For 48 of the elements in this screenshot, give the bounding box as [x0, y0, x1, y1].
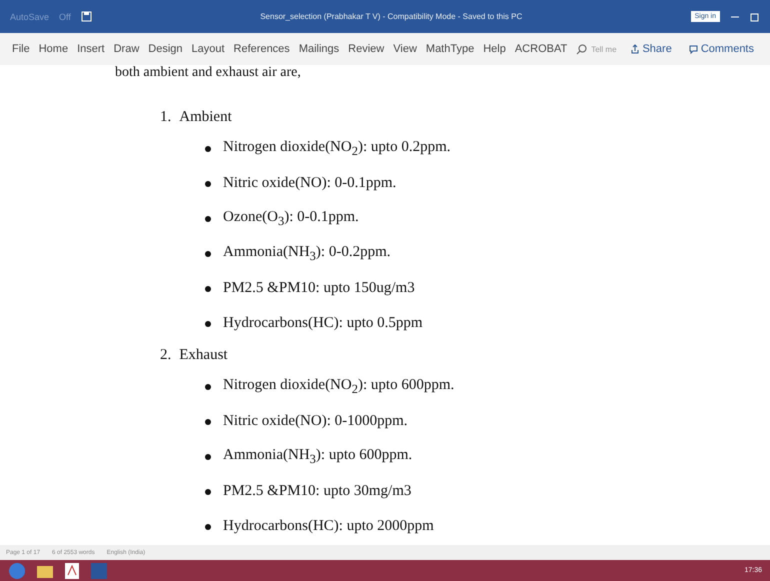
bullet-icon	[205, 146, 211, 152]
list-item-text: Hydrocarbons(HC): upto 2000ppm	[223, 518, 434, 535]
bullet-icon	[205, 286, 211, 292]
comment-icon	[688, 44, 698, 54]
list-item-text: Nitrogen dioxide(NO$_{2}$): upto 0.2ppm.	[223, 138, 450, 158]
share-icon	[631, 44, 640, 54]
ribbon-tab[interactable]: MathType	[426, 43, 474, 55]
list-item-text: Nitric oxide(NO): 0-1000ppm.	[223, 413, 408, 430]
bullet-icon	[205, 418, 211, 424]
paragraph-text: both ambient and exhaust air are,	[115, 65, 302, 81]
ribbon-tab[interactable]: Review	[348, 43, 384, 55]
ribbon-tab[interactable]: Mailings	[298, 43, 340, 55]
bullet-icon	[205, 180, 211, 186]
list-number: 2.	[160, 346, 172, 364]
list-item-text: PM2.5 &PM10: upto 30mg/m3	[223, 483, 412, 500]
bullet-icon	[205, 384, 211, 390]
bullet-icon	[205, 454, 211, 460]
ribbon-tab[interactable]: Draw	[114, 43, 140, 55]
section-heading: Exhaust	[179, 346, 228, 364]
list-item-text: Hydrocarbons(HC): upto 0.5ppm	[223, 315, 423, 332]
start-icon[interactable]	[8, 562, 26, 580]
window-title: Sensor_selection (Prabhakar T V) - Compatibility Mode - Saved to this PC	[259, 12, 524, 21]
list-item-text: Nitric oxide(NO): 0-0.1ppm.	[223, 175, 396, 192]
save-icon[interactable]	[80, 11, 92, 22]
ribbon-tab[interactable]: View	[393, 43, 417, 55]
list-item-text: Ozone(O$_{3}$): 0-0.1ppm.	[223, 208, 359, 228]
ribbon-tab[interactable]: Help	[483, 43, 506, 55]
bullet-icon	[205, 524, 211, 530]
bullet-icon	[205, 250, 211, 256]
bullet-icon	[205, 488, 211, 494]
list-item-text: Nitrogen dioxide(NO$_{2}$): upto 600ppm.	[223, 376, 454, 396]
ribbon-tab[interactable]: Design	[148, 43, 183, 55]
ribbon-tab[interactable]: File	[12, 43, 30, 55]
list-item-text: Ammonia(NH$_{3}$): 0-0.2ppm.	[223, 244, 390, 264]
list-item-text: PM2.5 &PM10: upto 150ug/m3	[223, 280, 415, 297]
pdf-icon[interactable]	[64, 562, 80, 580]
bullet-icon	[205, 320, 211, 326]
ribbon-tab[interactable]: Insert	[77, 43, 105, 55]
restore-icon[interactable]	[750, 12, 760, 22]
section-heading: Ambient	[179, 108, 232, 126]
ribbon-tab[interactable]: ACROBAT	[514, 43, 568, 55]
list-number: 1.	[160, 108, 172, 126]
ribbon-tab[interactable]: References	[234, 43, 290, 55]
ribbon-tab[interactable]: Layout	[192, 43, 225, 55]
bullet-icon	[205, 216, 211, 222]
list-item-text: Ammonia(NH$_{3}$): upto 600ppm.	[223, 446, 412, 466]
search-icon	[576, 44, 588, 54]
ribbon-tab[interactable]: Home	[38, 43, 68, 55]
